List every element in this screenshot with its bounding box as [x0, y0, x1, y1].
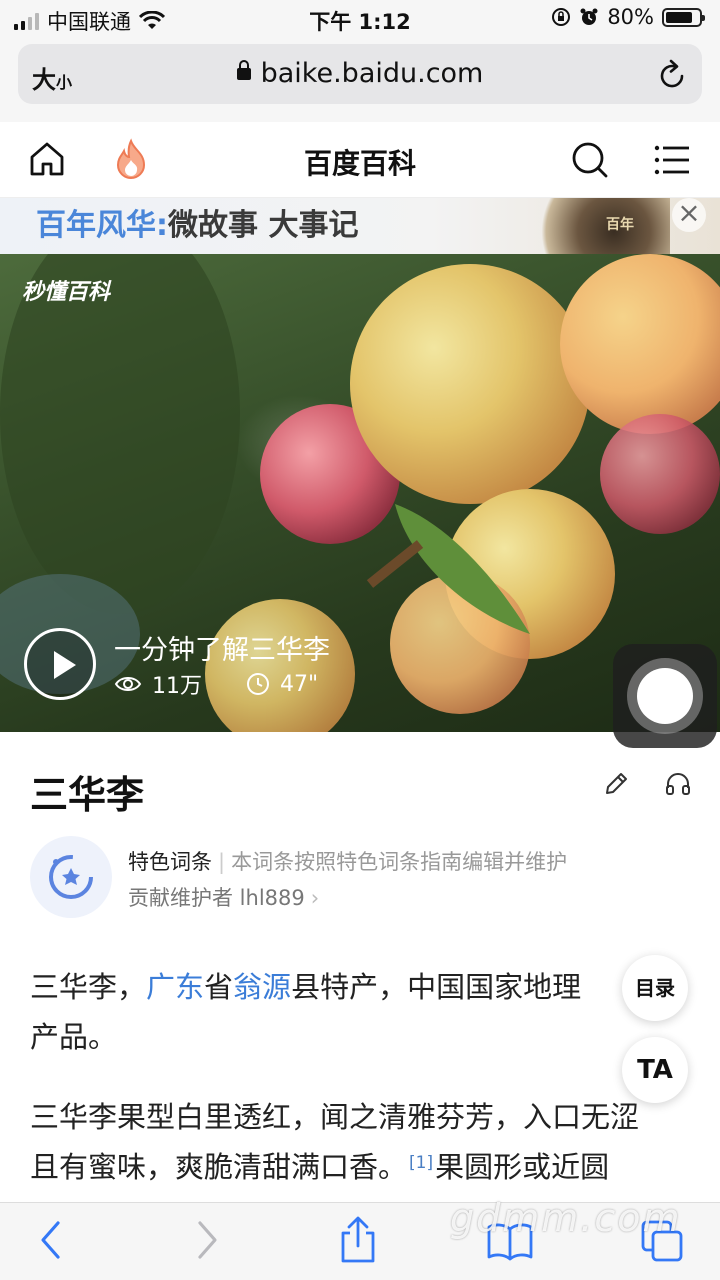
- featured-entry-line: 特色词条 | 本词条按照特色词条指南编辑并维护: [128, 850, 568, 874]
- assistive-touch-dot: [637, 668, 693, 724]
- contributor-link[interactable]: 贡献维护者 lhl889 ›: [128, 882, 319, 912]
- reload-icon[interactable]: [658, 58, 688, 90]
- clock-icon: [247, 673, 269, 695]
- edit-pencil-icon[interactable]: [602, 770, 630, 798]
- eye-icon: [114, 677, 142, 691]
- alarm-icon: [580, 8, 598, 25]
- forward-icon[interactable]: [194, 1219, 220, 1261]
- video-title: 一分钟了解三华李: [114, 635, 330, 666]
- featured-description: 本词条按照特色词条指南编辑并维护: [231, 850, 568, 874]
- url-display[interactable]: baike.baidu.com: [18, 58, 702, 89]
- banner-close-button[interactable]: ×: [672, 198, 706, 232]
- banner-highlight: 百年风华:: [36, 208, 168, 243]
- video-meta: 11万 47": [114, 668, 318, 700]
- video-duration: 47": [280, 671, 319, 697]
- para-text: 三华李，: [30, 970, 147, 1004]
- video-thumbnail-image: [0, 254, 720, 732]
- banner-illustration: 百年: [530, 198, 670, 254]
- play-button[interactable]: [24, 628, 96, 700]
- status-right: 80%: [551, 5, 705, 29]
- banner-subtitle: 微故事 大事记: [168, 208, 359, 243]
- para-text: 产品。: [30, 1020, 118, 1054]
- toc-button[interactable]: 目录: [622, 955, 688, 1021]
- watermark-text: gdmm.com: [450, 1196, 682, 1240]
- address-bar[interactable]: 大小 baike.baidu.com: [18, 44, 702, 104]
- battery-icon: [662, 7, 705, 27]
- para-text: 且有蜜味，爽脆清甜满口香。: [30, 1150, 408, 1184]
- url-text: baike.baidu.com: [260, 58, 484, 89]
- chevron-right-icon: ›: [310, 886, 320, 910]
- video-logo: 秒懂百科: [22, 280, 111, 305]
- banner-text: 百年风华:微故事 大事记: [36, 200, 358, 244]
- site-header: 百度百科: [0, 122, 720, 198]
- article-title: 三华李: [30, 773, 145, 817]
- ta-button[interactable]: TA: [622, 1037, 688, 1103]
- banner-art-text: 百年: [606, 217, 634, 233]
- article-paragraph-1: 三华李，广东省翁源县特产，中国国家地理 产品。: [30, 962, 690, 1062]
- lock-icon: [236, 60, 251, 80]
- article-tools: [602, 770, 692, 798]
- search-icon[interactable]: [570, 140, 610, 180]
- link-guangdong[interactable]: 广东: [146, 970, 204, 1004]
- video-player[interactable]: 秒懂百科 一分钟了解三华李 11万 47": [0, 254, 720, 732]
- browser-address-area: 大小 baike.baidu.com: [0, 36, 720, 122]
- menu-icon[interactable]: [654, 144, 690, 176]
- battery-percent: 80%: [607, 5, 654, 29]
- featured-tag: 特色词条: [128, 850, 212, 874]
- para-text: 果圆形或近圆: [435, 1150, 610, 1184]
- article-paragraph-2: 三华李果型白里透红，闻之清雅芬芳，入口无涩 且有蜜味，爽脆清甜满口香。 [1]果圆…: [30, 1092, 690, 1192]
- assistive-touch-button[interactable]: [613, 644, 717, 748]
- para-text: 三华李果型白里透红，闻之清雅芬芳，入口无涩: [30, 1100, 640, 1134]
- status-bar: 中国联通 下午 1:12 80%: [0, 0, 720, 36]
- featured-star-icon: [49, 855, 93, 899]
- view-count: 11万: [152, 674, 202, 699]
- headphones-icon[interactable]: [664, 770, 692, 798]
- para-text: 省: [204, 970, 234, 1004]
- back-icon[interactable]: [38, 1219, 64, 1261]
- featured-entry-info: 特色词条 | 本词条按照特色词条指南编辑并维护 贡献维护者 lhl889 ›: [30, 836, 690, 918]
- share-icon[interactable]: [338, 1215, 378, 1265]
- orientation-lock-icon: [552, 8, 571, 26]
- page-title: 百度百科: [303, 147, 416, 180]
- promo-banner[interactable]: 百年风华:微故事 大事记 百年 ×: [0, 198, 720, 254]
- reference-link[interactable]: [1]: [409, 1153, 433, 1173]
- link-wengyuan[interactable]: 翁源: [233, 970, 291, 1004]
- para-text: 县特产，中国国家地理: [291, 970, 582, 1004]
- contributor-text: 贡献维护者 lhl889: [128, 886, 305, 910]
- featured-entry-badge: [30, 836, 112, 918]
